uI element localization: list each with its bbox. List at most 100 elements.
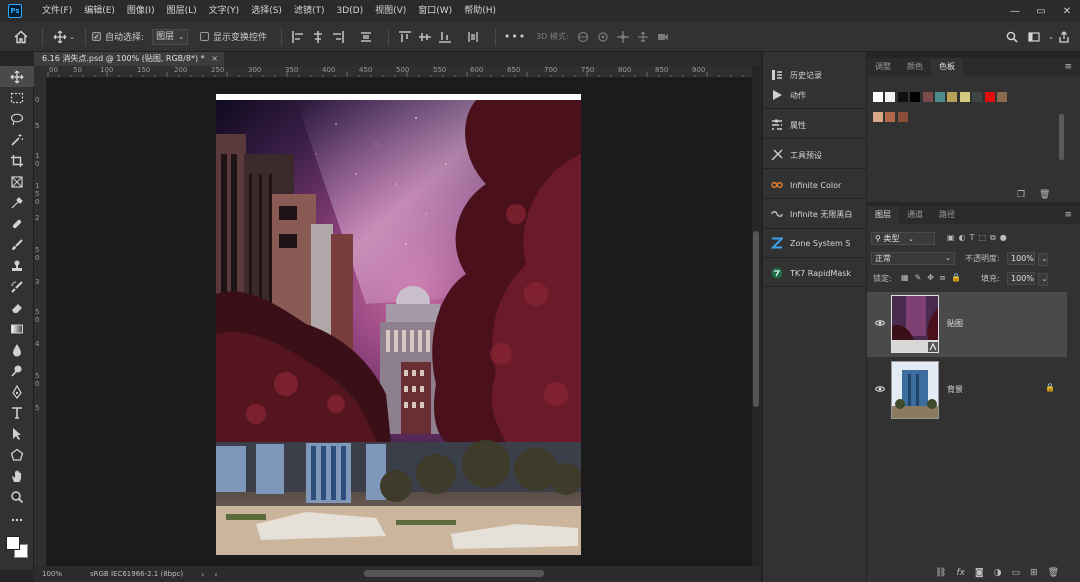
- layer-filter[interactable]: ⚲ 类型 ⌄: [871, 232, 935, 245]
- workspace-icon[interactable]: [1024, 27, 1044, 47]
- mask-icon[interactable]: ◙: [975, 568, 984, 578]
- menu-view[interactable]: 视图(V): [369, 0, 412, 22]
- color-swatch[interactable]: [959, 92, 970, 102]
- align-top-icon[interactable]: [395, 27, 415, 47]
- align-center-h-icon[interactable]: [308, 27, 328, 47]
- color-swatch[interactable]: [972, 92, 983, 102]
- vertical-scrollbar[interactable]: [752, 66, 760, 566]
- tab-paths[interactable]: 路径: [931, 206, 963, 224]
- canvas-area[interactable]: [47, 78, 752, 566]
- filter-type-icon[interactable]: T: [970, 233, 975, 243]
- color-swatch[interactable]: [873, 92, 883, 102]
- document-tab[interactable]: 6.16 消失点.psd @ 100% (贴图, RGB/8*) * ×: [34, 52, 224, 66]
- menu-file[interactable]: 文件(F): [36, 0, 78, 22]
- frame-tool-icon[interactable]: [0, 171, 34, 192]
- move-tool-icon[interactable]: [0, 66, 34, 87]
- dock-actions[interactable]: 动作: [763, 82, 867, 108]
- chevron-right-icon[interactable]: ›: [201, 570, 204, 579]
- filter-pixel-icon[interactable]: ▣: [947, 233, 955, 243]
- 3d-slide-icon[interactable]: [633, 27, 653, 47]
- chevron-down-icon[interactable]: ⌄: [1037, 253, 1048, 266]
- eraser-tool-icon[interactable]: [0, 297, 34, 318]
- panel-menu-icon[interactable]: ≡: [1064, 62, 1072, 72]
- brush-tool-icon[interactable]: [0, 234, 34, 255]
- chevron-down-icon[interactable]: ⌄: [1037, 273, 1048, 286]
- dock-zone-system[interactable]: Zone System S: [763, 230, 867, 256]
- lasso-tool-icon[interactable]: [0, 108, 34, 129]
- filter-smart-object-icon[interactable]: ⧉: [990, 233, 996, 243]
- 3d-camera-icon[interactable]: [653, 27, 673, 47]
- fill-field[interactable]: 100% ⌄: [1007, 272, 1048, 286]
- layer-name[interactable]: 背景: [947, 384, 963, 395]
- filter-toggle-icon[interactable]: ●: [1000, 233, 1007, 243]
- align-left-icon[interactable]: [288, 27, 308, 47]
- adjustment-icon[interactable]: ◑: [994, 568, 1002, 578]
- auto-select-dropdown[interactable]: 图层 ⌄: [152, 28, 189, 45]
- document-canvas[interactable]: [216, 94, 581, 555]
- lock-artboard-icon[interactable]: ⧈: [940, 273, 945, 283]
- menu-select[interactable]: 选择(S): [245, 0, 288, 22]
- align-middle-v-icon[interactable]: [415, 27, 435, 47]
- move-tool-preset-icon[interactable]: ⌄: [49, 27, 79, 47]
- color-swatch[interactable]: [922, 92, 933, 102]
- home-icon[interactable]: [6, 27, 36, 47]
- tab-channels[interactable]: 通道: [899, 206, 931, 224]
- color-swatch[interactable]: [935, 92, 945, 102]
- menu-layer[interactable]: 图层(L): [161, 0, 203, 22]
- layer-name[interactable]: 贴图: [947, 318, 963, 329]
- more-options-button[interactable]: •••: [502, 27, 528, 47]
- blur-tool-icon[interactable]: [0, 339, 34, 360]
- tab-swatches[interactable]: 色板: [931, 58, 963, 76]
- close-tab-icon[interactable]: ×: [211, 52, 218, 66]
- healing-brush-tool-icon[interactable]: [0, 213, 34, 234]
- 3d-orbit-icon[interactable]: [573, 27, 593, 47]
- zoom-tool-icon[interactable]: [0, 486, 34, 507]
- dodge-tool-icon[interactable]: [0, 360, 34, 381]
- menu-window[interactable]: 窗口(W): [412, 0, 458, 22]
- gradient-tool-icon[interactable]: [0, 318, 34, 339]
- panel-menu-icon[interactable]: ≡: [1064, 210, 1072, 220]
- tab-adjustments[interactable]: 调整: [867, 58, 899, 76]
- color-swatch[interactable]: [997, 92, 1007, 102]
- close-button[interactable]: ✕: [1054, 0, 1080, 22]
- color-picker[interactable]: [0, 530, 34, 566]
- menu-image[interactable]: 图像(I): [121, 0, 161, 22]
- dock-tool-presets[interactable]: 工具预设: [763, 142, 867, 168]
- color-swatch[interactable]: [910, 92, 921, 102]
- lock-all-icon[interactable]: 🔒: [951, 273, 961, 283]
- link-icon[interactable]: ⛓: [935, 568, 946, 578]
- dock-infinite-color[interactable]: Infinite Color: [763, 172, 867, 198]
- opacity-field[interactable]: 100% ⌄: [1007, 252, 1048, 266]
- color-swatch[interactable]: [947, 92, 958, 102]
- dock-tk7[interactable]: TK7 RapidMask: [763, 260, 867, 286]
- new-layer-icon[interactable]: ⊞: [1030, 568, 1038, 578]
- lock-transparent-icon[interactable]: ▦: [901, 273, 909, 283]
- distribute-h-icon[interactable]: [356, 27, 376, 47]
- menu-edit[interactable]: 编辑(E): [78, 0, 121, 22]
- filter-adjustment-icon[interactable]: ◐: [959, 233, 966, 243]
- color-swatch[interactable]: [897, 92, 908, 102]
- marquee-tool-icon[interactable]: [0, 87, 34, 108]
- align-right-icon[interactable]: [328, 27, 348, 47]
- more-tools-icon[interactable]: [0, 509, 34, 530]
- eye-icon[interactable]: [875, 384, 885, 394]
- scroll-left-icon[interactable]: ‹: [214, 570, 217, 579]
- path-selection-tool-icon[interactable]: [0, 423, 34, 444]
- shape-tool-icon[interactable]: [0, 444, 34, 465]
- lock-pixels-icon[interactable]: ✎: [915, 273, 922, 283]
- type-tool-icon[interactable]: [0, 402, 34, 423]
- search-icon[interactable]: [1002, 27, 1022, 47]
- lock-position-icon[interactable]: ✥: [927, 273, 934, 283]
- show-transform-checkbox[interactable]: 显示变换控件: [200, 27, 267, 47]
- filter-shape-icon[interactable]: ⬚: [978, 233, 986, 243]
- blend-mode-dropdown[interactable]: 正常 ⌄: [871, 252, 955, 265]
- color-swatch[interactable]: [984, 92, 995, 102]
- auto-select-checkbox[interactable]: ✓ 自动选择:: [92, 27, 144, 47]
- menu-3d[interactable]: 3D(D): [330, 0, 369, 22]
- tab-color[interactable]: 颜色: [899, 58, 931, 76]
- group-icon[interactable]: ▭: [1012, 568, 1021, 578]
- layer-row-background[interactable]: 背景 🔒: [867, 358, 1067, 423]
- menu-help[interactable]: 帮助(H): [458, 0, 502, 22]
- align-bottom-icon[interactable]: [435, 27, 455, 47]
- color-swatch[interactable]: [873, 112, 883, 122]
